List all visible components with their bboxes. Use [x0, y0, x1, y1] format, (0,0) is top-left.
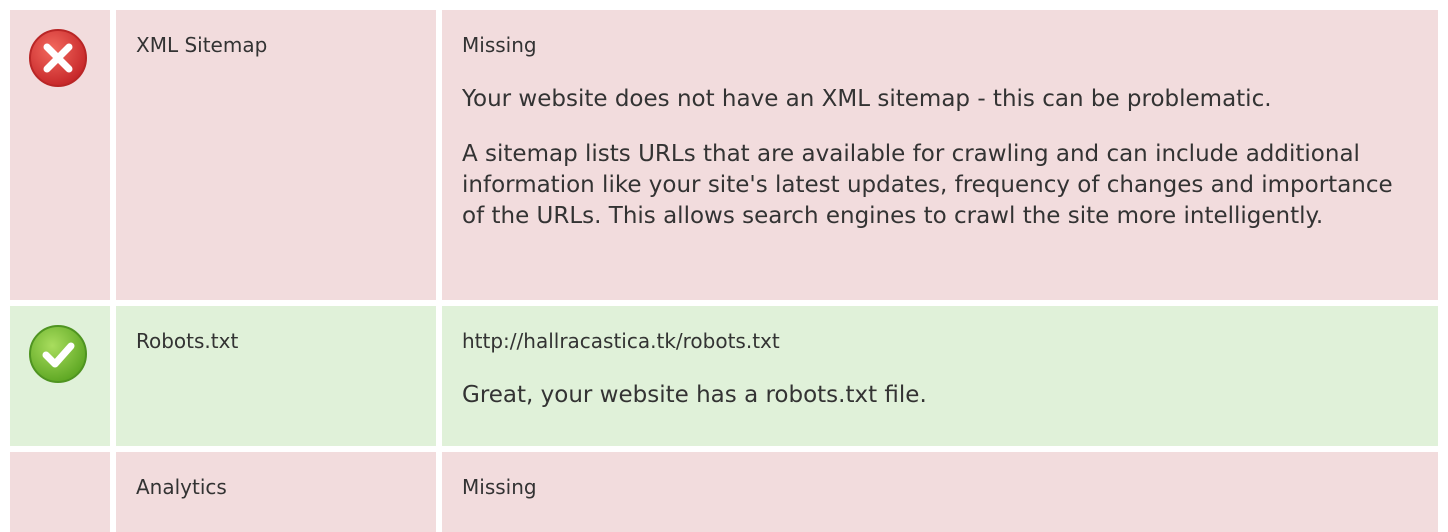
check-name: Robots.txt	[116, 306, 436, 446]
check-result: Missing	[462, 475, 537, 499]
check-result: Missing	[462, 33, 537, 57]
check-value: Missing	[442, 452, 1438, 532]
check-icon	[29, 325, 87, 383]
status-cell	[10, 10, 110, 300]
check-name: XML Sitemap	[116, 10, 436, 300]
cross-icon	[29, 29, 87, 87]
seo-checks-table: XML Sitemap Missing Your website does no…	[10, 10, 1438, 532]
check-value: http://hallracastica.tk/robots.txt Great…	[442, 306, 1438, 446]
check-description: Your website does not have an XML sitema…	[462, 86, 1272, 112]
check-value: Missing Your website does not have an XM…	[442, 10, 1438, 300]
check-result-link[interactable]: http://hallracastica.tk/robots.txt	[462, 327, 1418, 355]
check-name: Analytics	[116, 452, 436, 532]
status-cell	[10, 306, 110, 446]
check-details: A sitemap lists URLs that are available …	[462, 141, 1393, 229]
check-description: Great, your website has a robots.txt fil…	[462, 382, 927, 408]
status-cell	[10, 452, 110, 532]
